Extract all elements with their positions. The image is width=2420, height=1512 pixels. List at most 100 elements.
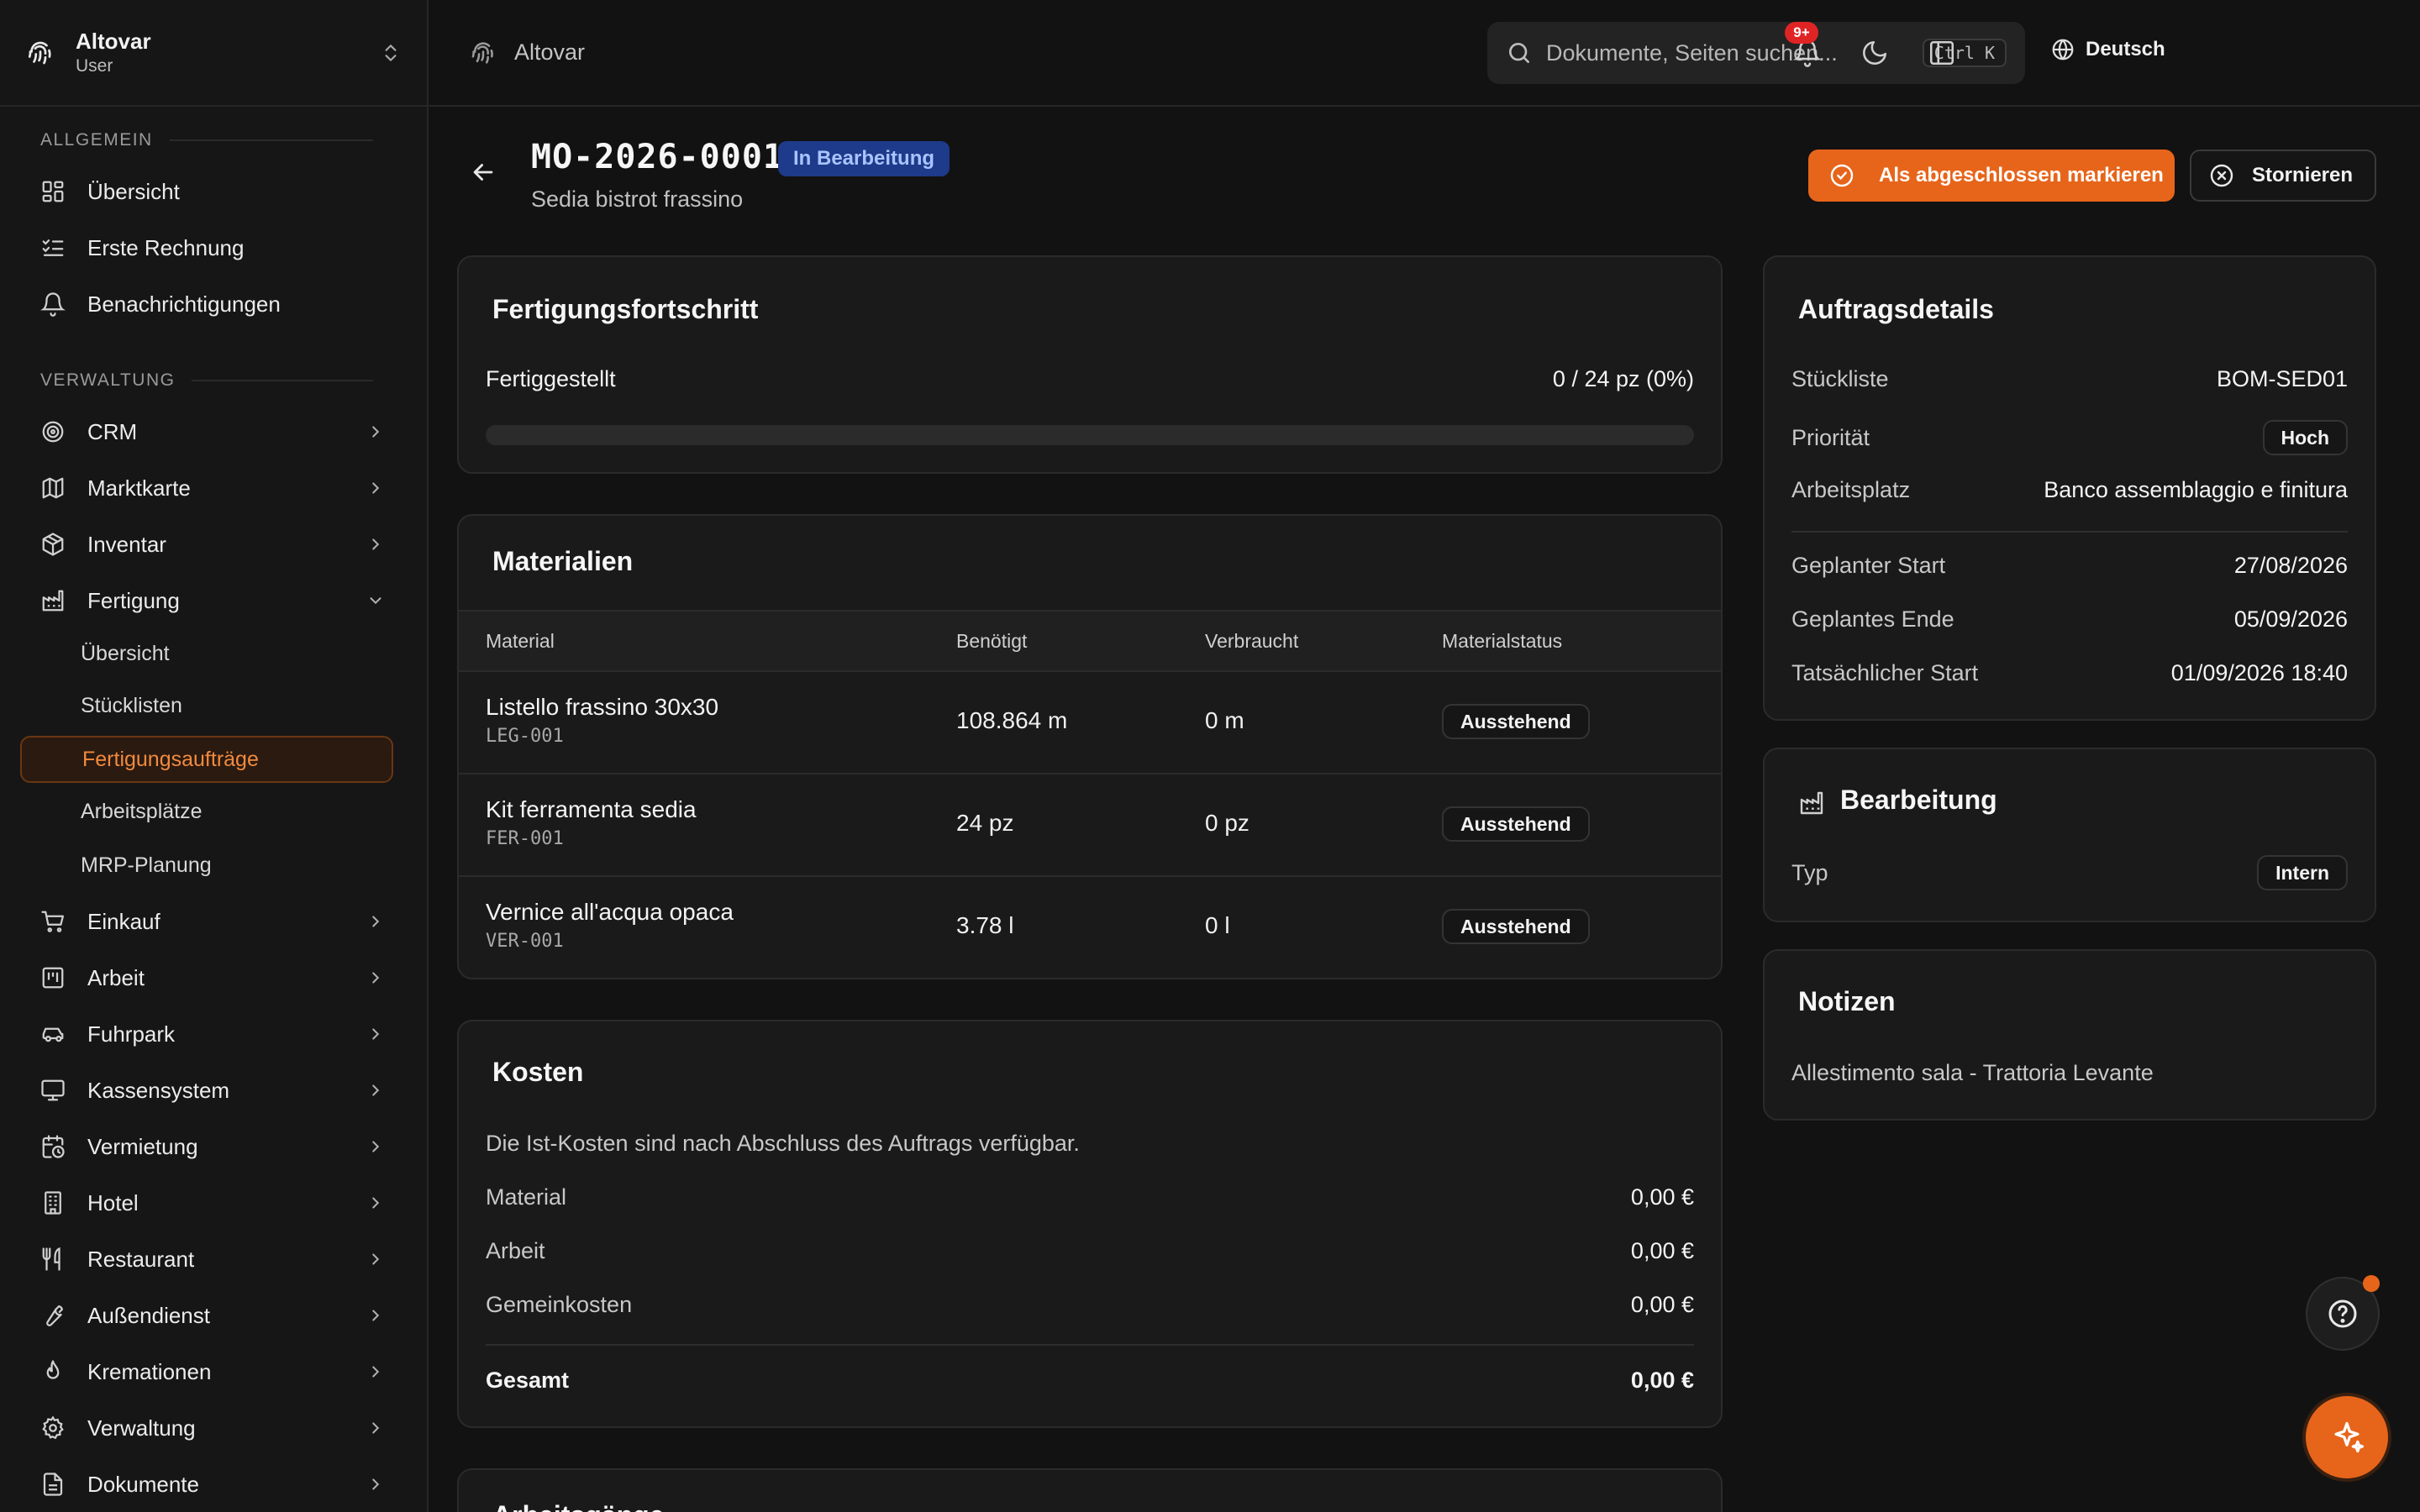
chevron-right-icon [366, 423, 385, 441]
sidebar-item-label: Arbeitsplätze [81, 799, 203, 823]
sidebar-item-notifications[interactable]: Benachrichtigungen [20, 281, 393, 328]
moon-icon[interactable] [1860, 39, 1889, 67]
sidebar-item-label: Arbeit [87, 964, 145, 990]
sidebar-subitem-bom[interactable]: Stücklisten [20, 682, 393, 729]
sidebar-item-pos[interactable]: Kassensystem [20, 1067, 393, 1114]
chevron-right-icon [366, 1081, 385, 1100]
mark-complete-button[interactable]: Als abgeschlossen markieren [1808, 150, 2175, 202]
ai-assistant-button[interactable] [2306, 1396, 2388, 1478]
column-header: Benötigt [956, 630, 1028, 652]
divider [1791, 531, 2348, 533]
sidebar-item-rental[interactable]: Vermietung [20, 1123, 393, 1170]
operations-card: Arbeitsgänge [457, 1468, 1723, 1512]
chevron-right-icon [366, 1419, 385, 1437]
panel-toggle-icon[interactable] [1928, 39, 1956, 67]
sidebar-item-administration[interactable]: Verwaltung [20, 1404, 393, 1452]
sidebar-item-work[interactable]: Arbeit [20, 954, 393, 1001]
back-arrow-icon[interactable] [469, 158, 497, 186]
notification-badge: 9+ [1785, 22, 1818, 44]
detail-value: 01/09/2026 18:40 [2170, 660, 2348, 685]
sidebar-item-field-service[interactable]: Außendienst [20, 1292, 393, 1339]
sidebar-item-label: Verwaltung [87, 1415, 196, 1441]
topbar: Altovar Dokumente, Seiten suchen... Ctrl… [429, 0, 2420, 107]
table-row: Vernice all'acqua opaca VER-001 3.78 l 0… [459, 877, 1721, 978]
materials-title: Materialien [492, 546, 634, 576]
notes-row: Allestimento sala - Trattoria Levante [1791, 1060, 2348, 1086]
chevron-right-icon [366, 535, 385, 554]
cancel-order-button[interactable]: Stornieren [2190, 150, 2376, 202]
divider [486, 1344, 1694, 1346]
material-required: 108.864 m [956, 707, 1068, 733]
sidebar-item-label: Fertigung [87, 587, 180, 613]
sidebar-item-label: Einkauf [87, 908, 160, 934]
progress-bar [486, 425, 1694, 445]
cost-total-value: 0,00 € [1630, 1368, 1694, 1393]
costs-card: Kosten Die Ist-Kosten sind nach Abschlus… [457, 1020, 1723, 1428]
material-code: LEG-001 [486, 726, 564, 747]
file-icon [40, 1472, 66, 1497]
detail-label: Typ [1791, 859, 1828, 885]
sidebar-item-inventory[interactable]: Inventar [20, 521, 393, 568]
org-switcher[interactable]: Altovar User [0, 0, 427, 107]
sidebar-item-label: Inventar [87, 531, 166, 557]
sidebar-item-market-map[interactable]: Marktkarte [20, 465, 393, 512]
sidebar-subitem-workcenters[interactable]: Arbeitsplätze [20, 788, 393, 835]
page-title: MO-2026-0001 [531, 138, 784, 176]
cart-icon [40, 909, 66, 934]
materials-table-header: Material Benötigt Verbraucht Materialsta… [459, 610, 1721, 672]
sidebar-item-documents[interactable]: Dokumente [20, 1461, 393, 1508]
mark-complete-label: Als abgeschlossen markieren [1879, 164, 2164, 186]
fingerprint-icon [25, 38, 55, 68]
language-switcher[interactable]: Deutsch [2050, 37, 2165, 62]
progress-card: Fertigungsfortschritt Fertiggestellt 0 /… [457, 255, 1723, 474]
sidebar-item-label: CRM [87, 418, 138, 444]
chevron-right-icon [366, 1306, 385, 1325]
section-label-admin: Verwaltung [0, 368, 429, 393]
processing-title: Bearbeitung [1840, 785, 1997, 815]
sidebar-item-first-invoice[interactable]: Erste Rechnung [20, 224, 393, 271]
details-title: Auftragsdetails [1798, 294, 1994, 324]
material-name: Vernice all'acqua opaca [486, 899, 734, 925]
map-icon [40, 475, 66, 501]
chevron-right-icon [366, 1025, 385, 1043]
sidebar-subitem-manufacturing-orders[interactable]: Fertigungsaufträge [20, 736, 393, 783]
chevron-right-icon [366, 479, 385, 497]
sidebar-item-cremations[interactable]: Kremationen [20, 1348, 393, 1395]
sidebar-subitem-overview[interactable]: Übersicht [20, 630, 393, 677]
sidebar-item-fleet[interactable]: Fuhrpark [20, 1011, 393, 1058]
chevron-right-icon [366, 1362, 385, 1381]
sidebar-item-purchasing[interactable]: Einkauf [20, 898, 393, 945]
factory-icon [40, 588, 66, 613]
sidebar-item-manufacturing[interactable]: Fertigung [20, 577, 393, 624]
sidebar-item-label: Vermietung [87, 1133, 198, 1159]
sidebar-item-label: Hotel [87, 1189, 139, 1215]
notes-title: Notizen [1798, 986, 1896, 1016]
sidebar-subitem-mrp[interactable]: MRP-Planung [20, 842, 393, 889]
sidebar-item-restaurant[interactable]: Restaurant [20, 1236, 393, 1283]
search-icon [1506, 39, 1533, 66]
section-label-general: Allgemein [0, 128, 429, 153]
detail-value: BOM-SED01 [2216, 366, 2348, 391]
chevron-right-icon [366, 1250, 385, 1268]
detail-label: Stückliste [1791, 366, 1889, 391]
sidebar-item-label: Marktkarte [87, 475, 191, 501]
fingerprint-icon [469, 39, 497, 67]
cost-value: 0,00 € [1630, 1292, 1694, 1317]
sidebar-item-label: Fertigungsaufträge [82, 747, 259, 771]
detail-value: Banco assemblaggio e finitura [2044, 477, 2348, 502]
notes-text: Allestimento sala - Trattoria Levante [1791, 1060, 2154, 1085]
cost-row: Gemeinkosten 0,00 € [486, 1292, 1694, 1318]
cost-value: 0,00 € [1630, 1238, 1694, 1263]
breadcrumb[interactable]: Altovar [469, 39, 585, 67]
sidebar-item-hotel[interactable]: Hotel [20, 1179, 393, 1226]
car-icon [40, 1021, 66, 1047]
dashboard-icon [40, 179, 66, 204]
sidebar: Altovar User Allgemein Übersicht Erste R… [0, 0, 429, 1512]
sidebar-item-overview[interactable]: Übersicht [20, 168, 393, 215]
sidebar-item-crm[interactable]: CRM [20, 408, 393, 455]
org-name: Altovar [76, 28, 151, 54]
progress-row: Fertiggestellt 0 / 24 pz (0%) [486, 366, 1694, 392]
sidebar-item-label: Restaurant [87, 1246, 195, 1272]
material-status-badge: Ausstehend [1442, 704, 1590, 739]
sidebar-item-label: Erste Rechnung [87, 234, 245, 260]
